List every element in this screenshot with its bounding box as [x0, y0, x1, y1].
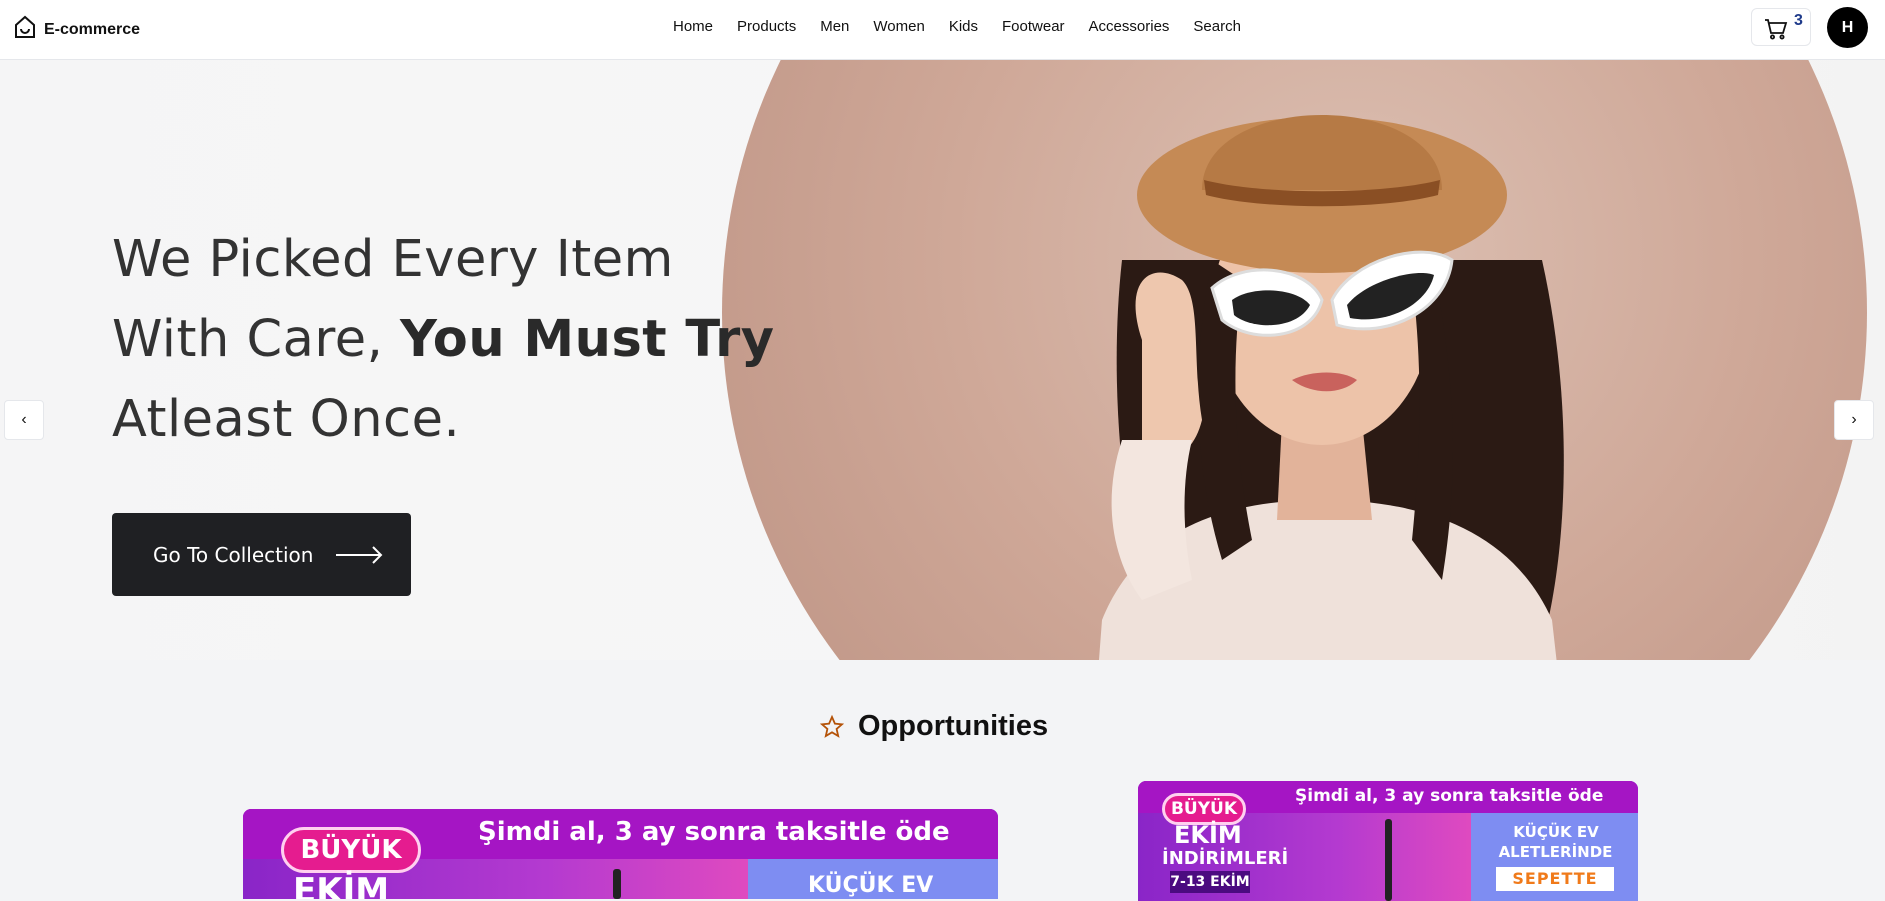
cart-icon — [1765, 19, 1788, 40]
arrow-right-icon — [336, 545, 383, 564]
brand-logo[interactable]: E-commerce — [14, 15, 140, 44]
cart-count-badge: 3 — [1794, 12, 1803, 29]
banner-left-right-text: KÜÇÜK EV — [808, 873, 934, 898]
banner-left-badge: BÜYÜK — [281, 827, 421, 873]
cart-button[interactable]: 3 — [1751, 8, 1811, 46]
hero-line-2-bold: You Must Try — [400, 310, 775, 369]
hero-line-2: With Care, You Must Try — [112, 300, 775, 380]
product-image — [613, 869, 621, 899]
hero-line-2-regular: With Care, — [112, 310, 401, 369]
user-avatar[interactable]: H — [1827, 7, 1868, 48]
opportunities-title: Opportunities — [858, 710, 1049, 742]
brand-name: E-commerce — [44, 20, 141, 38]
nav-men[interactable]: Men — [820, 18, 849, 35]
banner-left-big: EKİM — [293, 871, 390, 899]
nav-women[interactable]: Women — [873, 18, 924, 35]
nav-accessories[interactable]: Accessories — [1089, 18, 1170, 35]
banner-right-right-text-1: KÜÇÜK EV — [1513, 823, 1599, 841]
go-to-collection-button[interactable]: Go To Collection — [112, 513, 411, 596]
nav-footwear[interactable]: Footwear — [1002, 18, 1065, 35]
opportunities-heading: Opportunities — [820, 710, 1048, 743]
carousel-prev-button[interactable]: ‹ — [4, 400, 44, 440]
chevron-right-icon: › — [1851, 411, 1857, 428]
store-icon — [14, 15, 36, 44]
banner-right-headline: Şimdi al, 3 ay sonra taksitle öde — [1295, 786, 1604, 806]
promo-banner-left[interactable]: Şimdi al, 3 ay sonra taksitle öde BÜYÜK … — [243, 809, 998, 899]
promo-banner-right[interactable]: Şimdi al, 3 ay sonra taksitle öde BÜYÜK … — [1138, 781, 1638, 901]
star-icon — [820, 714, 844, 738]
banner-left-headline: Şimdi al, 3 ay sonra taksitle öde — [478, 817, 950, 847]
nav-products[interactable]: Products — [737, 18, 796, 35]
nav-search[interactable]: Search — [1193, 18, 1241, 35]
hero-headline: We Picked Every Item With Care, You Must… — [112, 220, 775, 460]
product-image — [1385, 819, 1392, 901]
hero-carousel: We Picked Every Item With Care, You Must… — [0, 60, 1885, 660]
banner-right-big-2: İNDİRİMLERİ — [1162, 848, 1289, 869]
banner-right-cta: SEPETTE — [1496, 867, 1614, 891]
banner-right-right-text-2: ALETLERİNDE — [1498, 843, 1613, 861]
hero-line-1: We Picked Every Item — [112, 230, 674, 289]
cta-label: Go To Collection — [153, 542, 314, 567]
chevron-left-icon: ‹ — [21, 411, 27, 428]
top-navbar: E-commerce Home Products Men Women Kids … — [0, 0, 1885, 60]
banner-right-dates: 7-13 EKİM — [1170, 871, 1250, 893]
carousel-next-button[interactable]: › — [1834, 400, 1874, 440]
nav-kids[interactable]: Kids — [949, 18, 978, 35]
banner-right-big-1: EKİM — [1174, 821, 1242, 849]
hero-line-3: Atleast Once. — [112, 390, 461, 449]
hero-image — [722, 60, 1867, 660]
nav-home[interactable]: Home — [673, 18, 713, 35]
main-nav: Home Products Men Women Kids Footwear Ac… — [673, 18, 1241, 35]
